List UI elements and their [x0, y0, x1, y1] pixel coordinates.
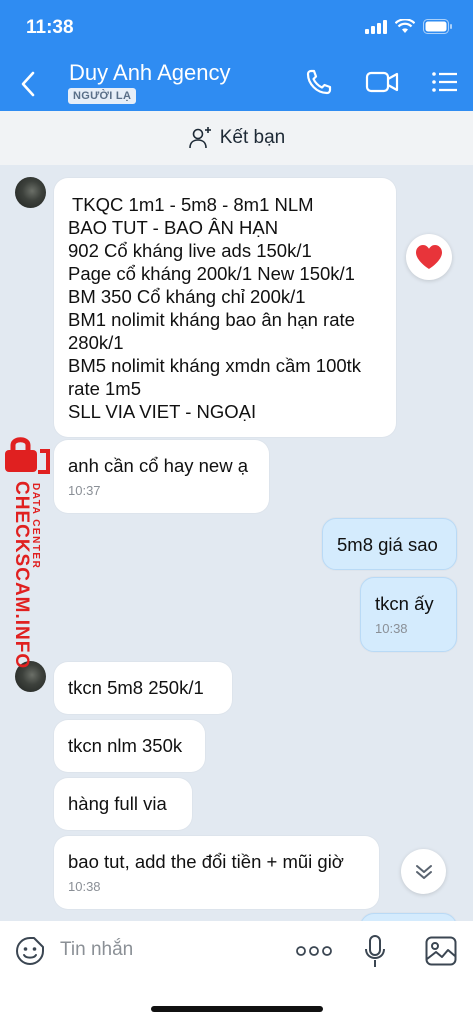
heart-icon	[416, 245, 442, 269]
message-bubble-incoming[interactable]: bao tut, add the đổi tiền + mũi giờ 10:3…	[54, 836, 379, 909]
battery-icon	[423, 19, 452, 34]
message-line: rate 1m5	[68, 378, 142, 399]
message-text: tkcn nlm 350k	[68, 735, 183, 756]
message-line: 280k/1	[68, 332, 124, 353]
message-bubble-incoming[interactable]: anh cần cổ hay new ạ 10:37	[54, 440, 269, 513]
message-line: SLL VIA VIET - NGOẠI	[68, 401, 257, 422]
message-line: 902 Cổ kháng live ads 150k/1	[68, 240, 312, 261]
scroll-to-bottom-button[interactable]	[401, 849, 446, 894]
message-text: bao tut, add the đổi tiền + mũi giờ	[68, 851, 344, 872]
message-text: anh cần cổ hay new ạ	[68, 455, 248, 476]
reaction-heart-button[interactable]	[406, 234, 452, 280]
message-bubble-incoming[interactable]: tkcn 5m8 250k/1	[54, 662, 232, 714]
message-line: BM 350 Cổ kháng chỉ 200k/1	[68, 286, 306, 307]
microphone-icon[interactable]	[364, 935, 386, 969]
add-friend-bar[interactable]: Kết bạn	[0, 111, 473, 165]
message-time: 10:38	[68, 879, 101, 894]
message-bubble-incoming[interactable]: tkcn nlm 350k	[54, 720, 205, 772]
message-text: 5m8 giá sao	[337, 534, 438, 555]
watermark-main-text: CHECKSCAM.INFO	[11, 481, 32, 670]
message-bubble-incoming[interactable]: TKQC 1m1 - 5m8 - 8m1 NLM BAO TUT - BAO Â…	[54, 178, 396, 437]
status-time: 11:38	[26, 17, 74, 38]
message-line: BM5 nolimit kháng xmdn cầm 100tk	[68, 355, 362, 376]
message-text: hàng full via	[68, 793, 167, 814]
contact-avatar[interactable]	[15, 177, 46, 208]
checkscam-watermark: CHECKSCAM.INFO DATA CENTER	[2, 435, 54, 669]
message-line: BAO TUT - BAO ÂN HẠN	[68, 217, 279, 238]
add-friend-icon	[188, 127, 211, 149]
header-bar: 11:38 Duy Anh Agency NGƯỜI LẠ	[0, 0, 473, 111]
signal-icon	[365, 19, 387, 34]
padlock-logo-icon	[5, 437, 50, 474]
message-line: TKQC 1m1 - 5m8 - 8m1 NLM	[72, 194, 314, 215]
back-icon[interactable]	[16, 66, 40, 102]
message-line: BM1 nolimit kháng bao ân hạn rate	[68, 309, 355, 330]
add-friend-label: Kết bạn	[219, 127, 286, 148]
stranger-tag: NGƯỜI LẠ	[68, 88, 137, 104]
contact-name[interactable]: Duy Anh Agency	[69, 60, 230, 86]
sticker-icon[interactable]	[14, 935, 46, 967]
message-bubble-outgoing[interactable]: 5m8 giá sao	[322, 518, 457, 570]
wifi-icon	[395, 19, 415, 33]
message-time: 10:37	[68, 483, 101, 498]
home-indicator[interactable]	[151, 1006, 323, 1012]
message-line: Page cổ kháng 200k/1 New 150k/1	[68, 263, 355, 284]
watermark-sub-text: DATA CENTER	[30, 483, 41, 570]
double-chevron-down-icon	[415, 864, 432, 879]
message-time: 10:38	[375, 621, 408, 636]
image-gallery-icon[interactable]	[425, 936, 457, 966]
phone-call-icon[interactable]	[305, 68, 333, 96]
message-bubble-outgoing[interactable]: tkcn ấy 10:38	[360, 577, 457, 652]
video-call-icon[interactable]	[365, 68, 399, 96]
message-input[interactable]: Tin nhắn	[60, 939, 133, 961]
message-bubble-incoming[interactable]: hàng full via	[54, 778, 192, 830]
message-text: tkcn 5m8 250k/1	[68, 677, 204, 698]
status-icons	[365, 19, 453, 34]
menu-list-icon[interactable]	[431, 68, 459, 96]
message-text: tkcn ấy	[375, 593, 434, 614]
more-options-icon[interactable]	[296, 946, 332, 956]
